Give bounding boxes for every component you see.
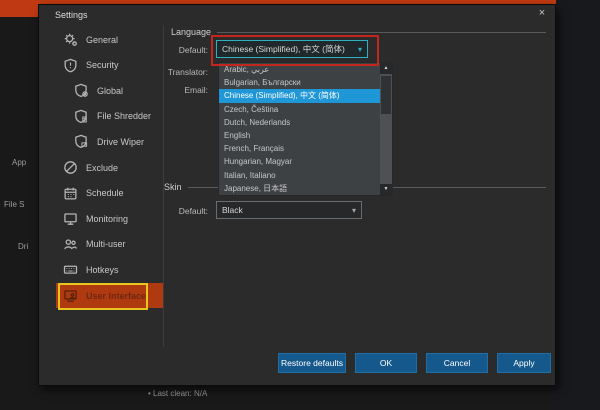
shield-file-icon xyxy=(74,109,89,124)
dropdown-scrollbar[interactable]: ▲ ▼ xyxy=(380,63,392,195)
language-option[interactable]: Japanese, 日本語 xyxy=(219,182,380,195)
calendar-icon xyxy=(63,186,78,201)
chevron-down-icon: ▾ xyxy=(358,45,362,54)
sidebar-item-exclude[interactable]: Exclude xyxy=(56,155,163,180)
language-option[interactable]: Dutch, Nederlands xyxy=(219,116,380,129)
background-label-app: App xyxy=(12,158,38,167)
language-option[interactable]: Chinese (Simplified), 中文 (简体) xyxy=(219,89,380,102)
shield-icon xyxy=(63,58,78,73)
language-options: Arabic, عربيBulgarian, БългарскиChinese … xyxy=(219,63,380,195)
sidebar-item-hotkeys[interactable]: Hotkeys xyxy=(56,257,163,282)
monitor-icon xyxy=(63,211,78,226)
language-section-line xyxy=(217,32,546,33)
sidebar-item-schedule[interactable]: Schedule xyxy=(56,181,163,206)
sidebar-item-drive-wiper[interactable]: Drive Wiper xyxy=(56,129,163,154)
email-label: Email: xyxy=(139,85,208,95)
restore-defaults-button[interactable]: Restore defaults xyxy=(278,353,346,373)
sidebar-item-multi-user[interactable]: Multi-user xyxy=(56,232,163,257)
language-option[interactable]: Bulgarian, Български xyxy=(219,76,380,89)
translator-label: Translator: xyxy=(139,67,208,77)
dialog-title: Settings xyxy=(55,10,88,20)
shield-drive-icon xyxy=(74,134,89,149)
exclude-icon xyxy=(63,160,78,175)
language-dropdown-list: Arabic, عربيBulgarian, БългарскиChinese … xyxy=(218,62,393,196)
sidebar-item-file-shredder[interactable]: File Shredder xyxy=(56,104,163,129)
keyboard-icon xyxy=(63,262,78,277)
language-option[interactable]: Italian, Italiano xyxy=(219,169,380,182)
language-section-title: Language xyxy=(171,27,211,37)
users-icon xyxy=(63,237,78,252)
default-language-label: Default: xyxy=(139,45,208,55)
language-option[interactable]: French, Français xyxy=(219,142,380,155)
default-skin-label: Default: xyxy=(139,206,208,216)
footer-buttons: Restore defaults OK Cancel Apply xyxy=(278,353,551,373)
last-clean-status: • Last clean: N/A xyxy=(148,389,207,398)
skin-default-combobox[interactable]: Black ▾ xyxy=(216,201,362,219)
background-label-dri: Dri xyxy=(18,242,38,251)
settings-dialog: Settings × General Security Global File … xyxy=(38,4,556,386)
scrollbar-thumb[interactable] xyxy=(381,76,391,114)
sidebar-item-user-interface[interactable]: User Interface xyxy=(56,283,163,308)
language-option[interactable]: Czech, Čeština xyxy=(219,103,380,116)
chevron-down-icon: ▾ xyxy=(352,206,356,215)
cancel-button[interactable]: Cancel xyxy=(426,353,488,373)
language-option[interactable]: Arabic, عربي xyxy=(219,63,380,76)
apply-button[interactable]: Apply xyxy=(497,353,551,373)
close-icon[interactable]: × xyxy=(534,6,550,20)
gear-icon xyxy=(63,32,78,47)
shield-gear-icon xyxy=(74,83,89,98)
ok-button[interactable]: OK xyxy=(355,353,417,373)
language-option[interactable]: Hungarian, Magyar xyxy=(219,155,380,168)
skin-section-title: Skin xyxy=(164,182,182,192)
background-right-area: ly options xyxy=(556,0,600,410)
language-option[interactable]: English xyxy=(219,129,380,142)
background-label-file: File S xyxy=(4,200,38,209)
scroll-up-icon[interactable]: ▲ xyxy=(380,63,392,74)
language-default-combobox[interactable]: Chinese (Simplified), 中文 (简体) ▾ xyxy=(216,40,368,58)
scroll-down-icon[interactable]: ▼ xyxy=(380,184,392,195)
user-interface-icon xyxy=(63,288,78,303)
